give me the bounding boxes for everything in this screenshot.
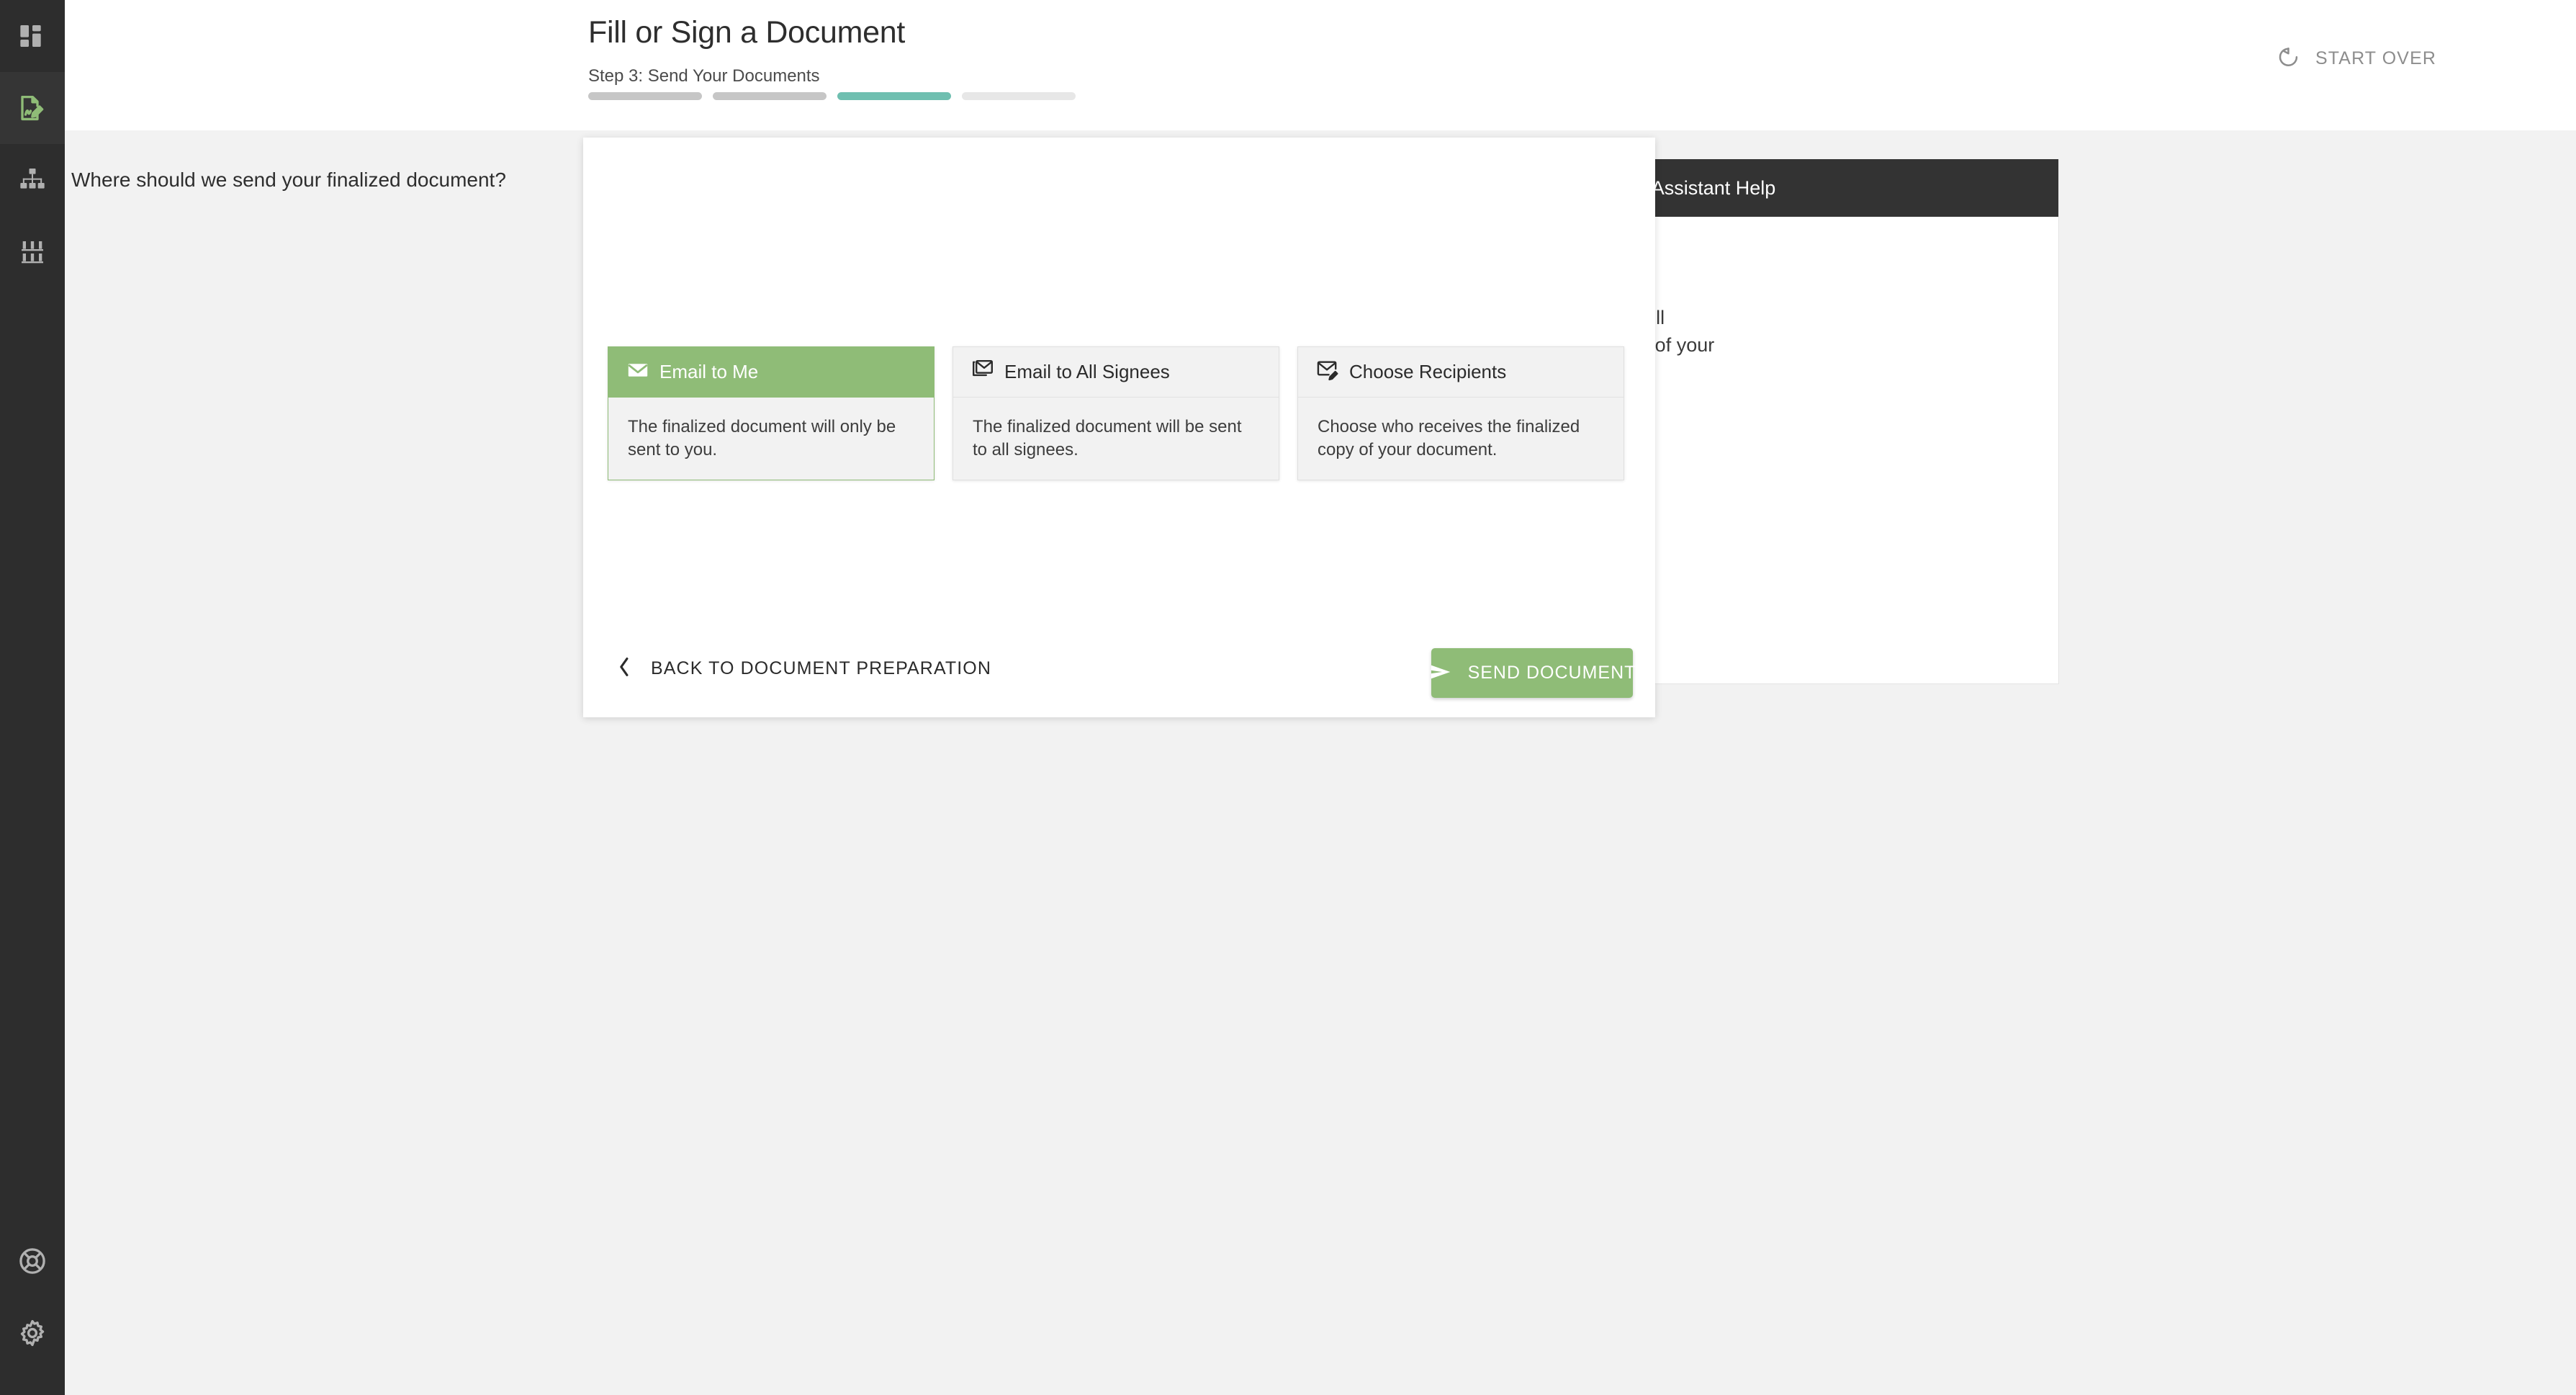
tile-email-to-all-signees-header: Email to All Signees	[953, 347, 1279, 398]
tile-email-to-me-label: Email to Me	[659, 361, 758, 383]
page-header: Fill or Sign a Document Step 3: Send You…	[65, 0, 2576, 130]
sidebar	[0, 0, 65, 1395]
app-root: Fill or Sign a Document Step 3: Send You…	[0, 0, 2576, 1395]
tile-email-to-me[interactable]: Email to Me The finalized document will …	[608, 346, 935, 480]
step-label: Step 3: Send Your Documents	[588, 66, 820, 86]
sidebar-item-templates[interactable]	[0, 216, 65, 288]
lifebuoy-icon	[17, 1246, 48, 1276]
sidebar-item-dashboard[interactable]	[0, 0, 65, 72]
progress-segment-2	[713, 92, 827, 100]
tile-choose-recipients-label: Choose Recipients	[1349, 361, 1506, 383]
card-title-text: Where should we send your finalized docu…	[71, 169, 506, 192]
rotate-ccw-icon	[2277, 45, 2300, 72]
tile-choose-recipients-description: Choose who receives the finalized copy o…	[1298, 398, 1623, 461]
sidebar-item-fill-or-sign[interactable]	[0, 72, 65, 144]
mail-filled-icon	[626, 359, 649, 385]
start-over-label: START OVER	[2315, 48, 2436, 69]
paper-plane-icon	[1428, 660, 1453, 686]
sidebar-item-settings[interactable]	[0, 1297, 65, 1369]
recipient-tiles: Email to Me The finalized document will …	[608, 346, 1624, 480]
card-title: Where should we send your finalized docu…	[35, 166, 506, 194]
sidebar-item-support[interactable]	[0, 1225, 65, 1297]
send-document-button[interactable]: SEND DOCUMENT	[1431, 648, 1633, 698]
page-title: Fill or Sign a Document	[588, 15, 905, 50]
assistant-help-title: Assistant Help	[1652, 177, 1776, 199]
templates-icon	[18, 238, 47, 266]
sidebar-item-workflow[interactable]	[0, 144, 65, 216]
mail-multiple-icon	[971, 359, 994, 385]
tile-email-to-me-description: The finalized document will only be sent…	[608, 398, 934, 461]
chevron-left-icon	[616, 656, 633, 681]
progress-segment-1	[588, 92, 702, 100]
tile-email-to-all-signees[interactable]: Email to All Signees The finalized docum…	[953, 346, 1279, 480]
send-document-label: SEND DOCUMENT	[1468, 663, 1636, 683]
mail-edit-icon	[1316, 359, 1339, 385]
tile-email-to-all-signees-description: The finalized document will be sent to a…	[953, 398, 1279, 461]
gear-icon	[17, 1318, 48, 1348]
back-button-label: BACK TO DOCUMENT PREPARATION	[651, 658, 991, 679]
org-chart-icon	[18, 166, 47, 194]
sidebar-bottom-group	[0, 1225, 65, 1369]
back-to-document-preparation-button[interactable]: BACK TO DOCUMENT PREPARATION	[616, 656, 991, 681]
tile-choose-recipients-header: Choose Recipients	[1298, 347, 1623, 398]
start-over-button[interactable]: START OVER	[2277, 45, 2436, 72]
tile-choose-recipients[interactable]: Choose Recipients Choose who receives th…	[1297, 346, 1624, 480]
dashboard-grid-icon	[18, 22, 47, 50]
step-progress-bar	[588, 92, 1076, 100]
document-edit-icon	[17, 93, 48, 123]
progress-segment-3	[837, 92, 951, 100]
sidebar-top-group	[0, 0, 65, 288]
tile-email-to-all-signees-label: Email to All Signees	[1004, 361, 1170, 383]
progress-segment-4	[962, 92, 1076, 100]
tile-email-to-me-header: Email to Me	[608, 347, 934, 398]
